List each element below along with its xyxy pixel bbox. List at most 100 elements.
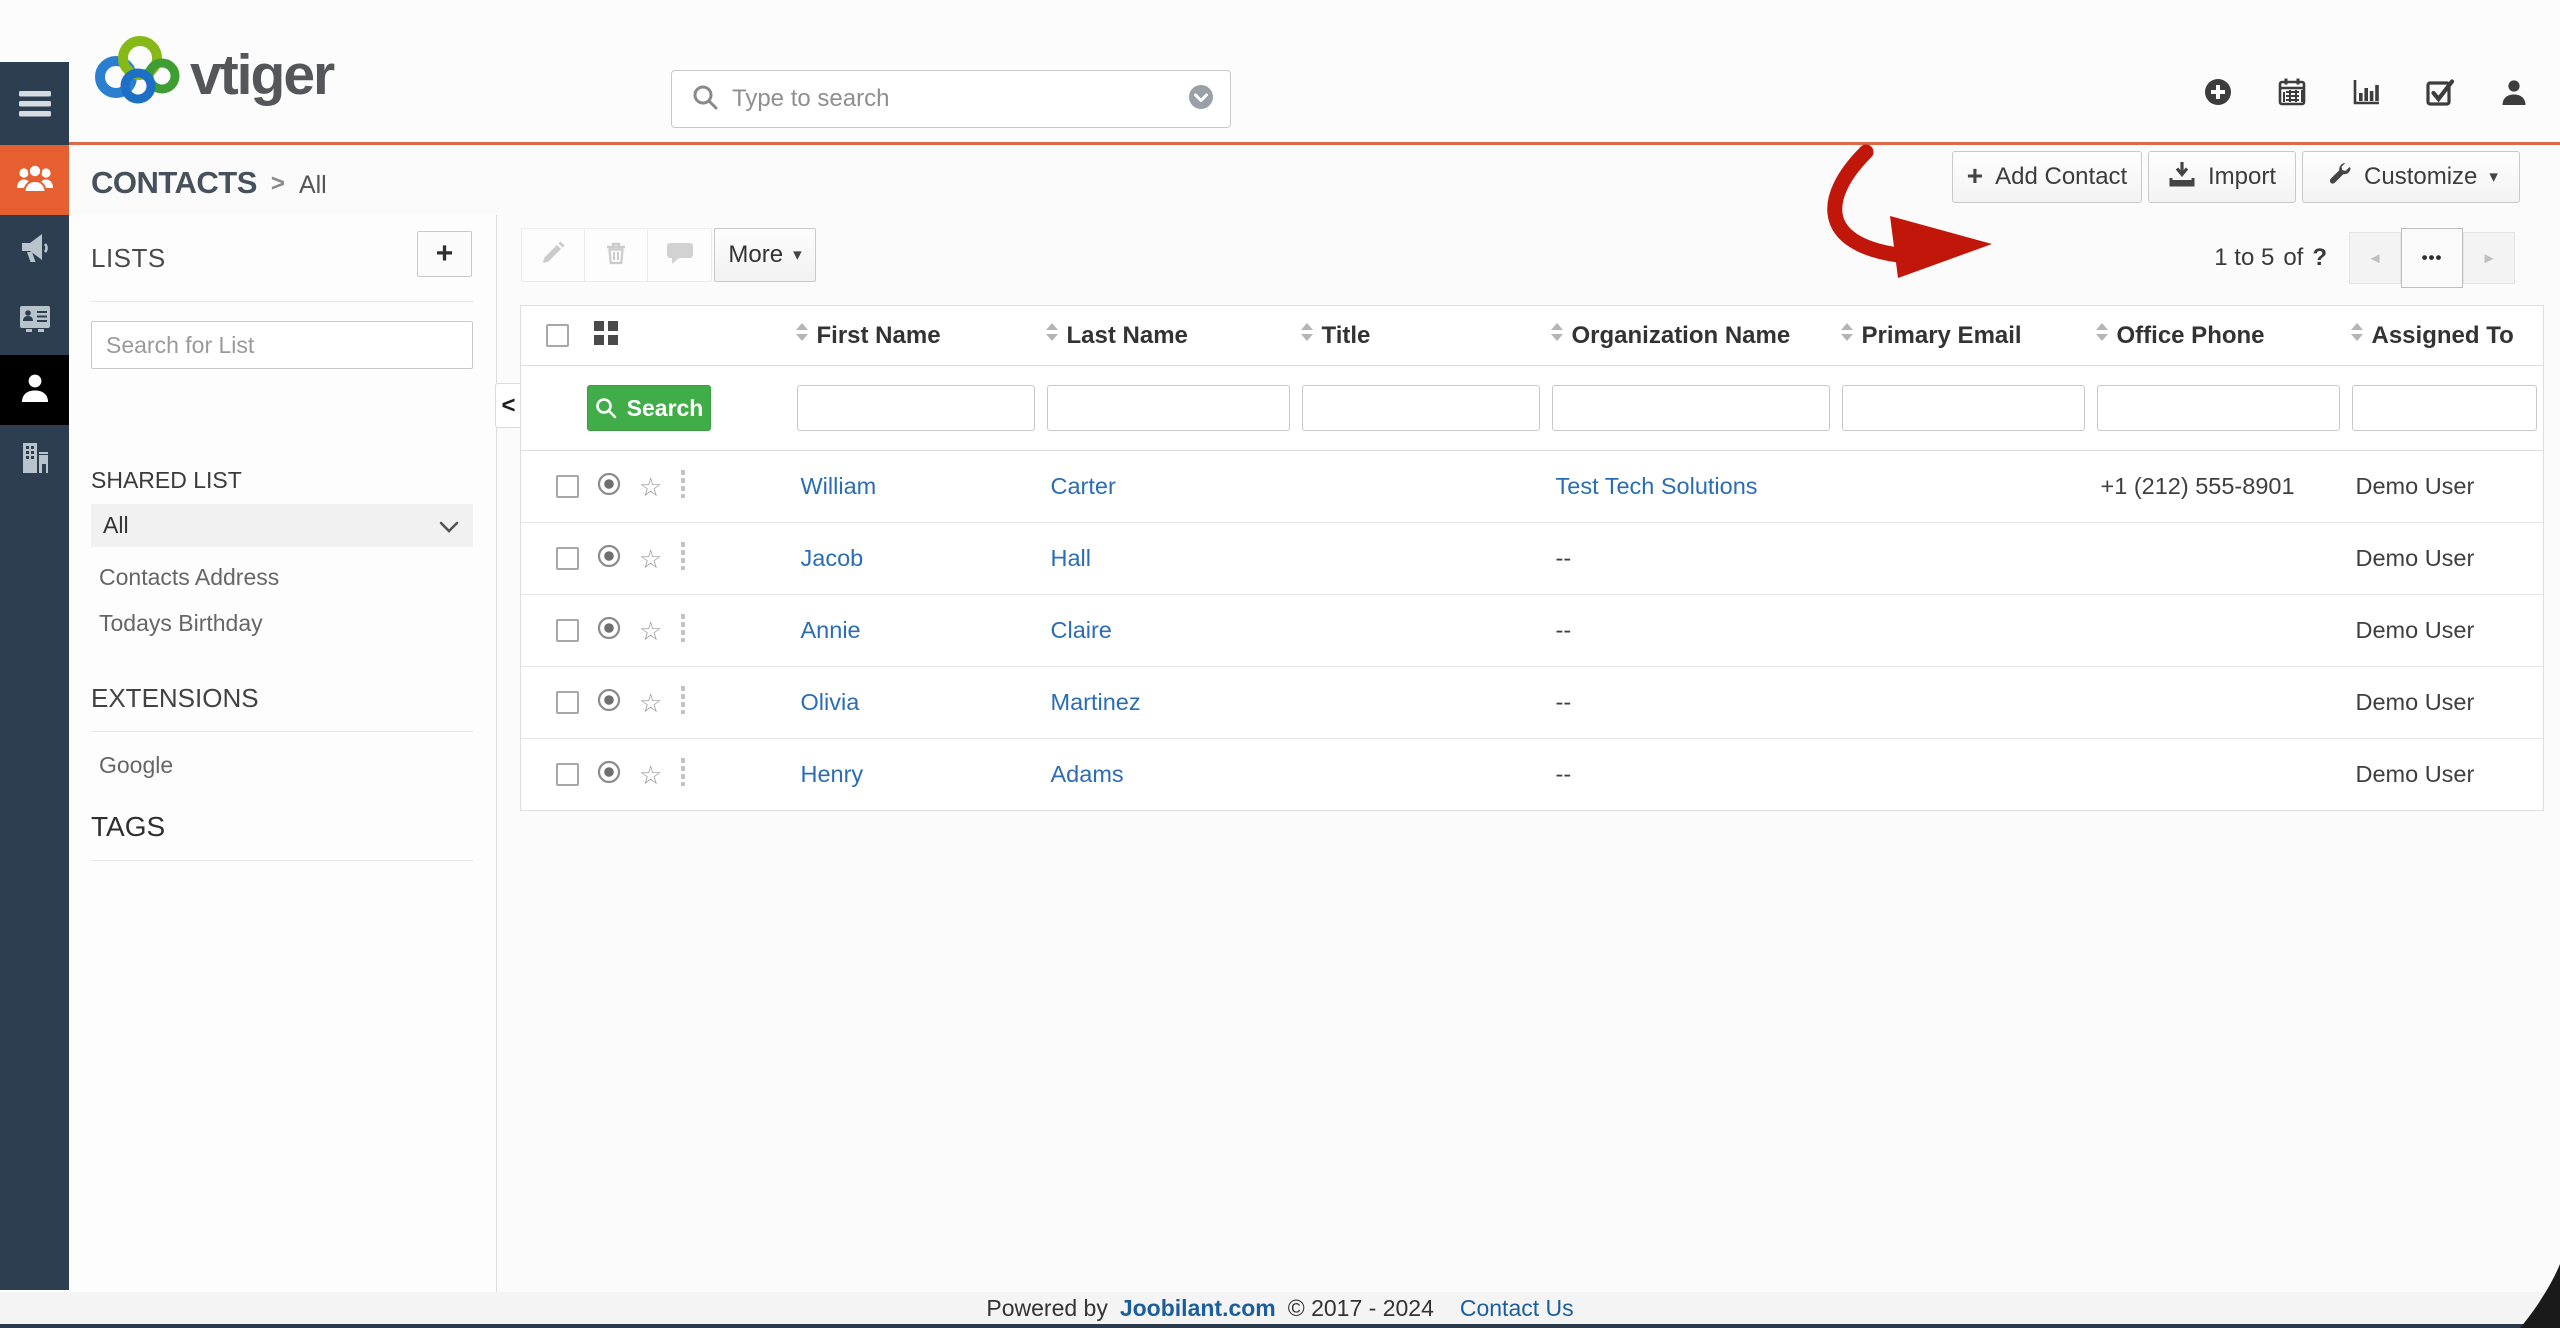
extension-item-google[interactable]: Google	[69, 743, 497, 787]
global-search-input[interactable]	[732, 85, 1174, 113]
sidebar-item-contacts-group[interactable]	[0, 145, 69, 215]
content-region: CONTACTS > All + Add Contact Import	[69, 145, 2560, 1292]
row-menu-kebab-icon[interactable]	[679, 541, 687, 577]
tasks-check-icon[interactable]	[2424, 76, 2456, 108]
customize-button[interactable]: Customize ▾	[2302, 151, 2520, 203]
shared-list-filter-all[interactable]: All	[91, 504, 473, 547]
filter-first-name[interactable]	[797, 385, 1035, 431]
row-checkbox[interactable]	[556, 619, 579, 642]
first-name-link[interactable]: Jacob	[801, 545, 864, 571]
add-list-button[interactable]: +	[417, 231, 472, 277]
quick-view-eye-icon[interactable]	[596, 687, 622, 719]
chevron-down-icon: ▾	[2489, 167, 2498, 187]
edit-button[interactable]	[522, 229, 585, 281]
favorite-star-icon[interactable]: ☆	[639, 762, 662, 788]
filter-assigned-to[interactable]	[2352, 385, 2538, 431]
sidebar-item-campaigns[interactable]	[0, 215, 69, 285]
first-name-link[interactable]: Olivia	[801, 689, 860, 715]
search-icon	[692, 84, 718, 115]
collapse-panel-button[interactable]: <	[495, 383, 522, 428]
row-checkbox[interactable]	[556, 475, 579, 498]
contact-us-link[interactable]: Contact Us	[1460, 1295, 1574, 1322]
reports-chart-icon[interactable]	[2350, 76, 2382, 108]
page-count-button[interactable]: •••	[2401, 228, 2463, 288]
user-profile-icon[interactable]	[2498, 76, 2530, 108]
filter-title[interactable]	[1302, 385, 1540, 431]
last-name-link[interactable]: Martinez	[1051, 689, 1141, 715]
column-header-first-name[interactable]: First Name	[791, 306, 1041, 366]
table-header-row: First Name Last Name	[521, 306, 2544, 366]
breadcrumb-view[interactable]: All	[299, 171, 327, 200]
filter-row: Search	[521, 366, 2544, 451]
last-name-link[interactable]: Adams	[1051, 761, 1124, 787]
row-checkbox[interactable]	[556, 763, 579, 786]
sidebar-item-organizations[interactable]	[0, 425, 69, 495]
column-header-office-phone[interactable]: Office Phone	[2091, 306, 2346, 366]
shared-list-item-contacts-address[interactable]: Contacts Address	[69, 555, 497, 599]
filter-organization[interactable]	[1552, 385, 1830, 431]
row-menu-kebab-icon[interactable]	[679, 685, 687, 721]
title-cell	[1296, 595, 1546, 667]
add-contact-label: Add Contact	[1995, 163, 2127, 191]
comment-bubble-icon	[666, 240, 694, 271]
row-checkbox[interactable]	[556, 547, 579, 570]
table-search-button[interactable]: Search	[587, 385, 711, 431]
hamburger-menu-icon[interactable]	[0, 62, 69, 145]
row-menu-kebab-icon[interactable]	[679, 757, 687, 793]
first-name-link[interactable]: Henry	[801, 761, 864, 787]
title-cell	[1296, 739, 1546, 811]
assigned-to-cell: Demo User	[2346, 451, 2544, 523]
assigned-to-cell: Demo User	[2346, 523, 2544, 595]
quick-view-eye-icon[interactable]	[596, 759, 622, 791]
column-header-primary-email[interactable]: Primary Email	[1836, 306, 2091, 366]
import-button[interactable]: Import	[2148, 151, 2296, 203]
extensions-heading: EXTENSIONS	[91, 683, 259, 714]
select-all-checkbox[interactable]	[546, 324, 569, 347]
last-name-link[interactable]: Carter	[1051, 473, 1116, 499]
import-icon	[2168, 160, 2196, 195]
row-checkbox[interactable]	[556, 691, 579, 714]
quick-view-eye-icon[interactable]	[596, 471, 622, 503]
first-name-link[interactable]: William	[801, 473, 877, 499]
filter-primary-email[interactable]	[1842, 385, 2085, 431]
grid-view-icon[interactable]	[593, 320, 619, 351]
delete-button[interactable]	[585, 229, 648, 281]
search-scope-dropdown-icon[interactable]	[1188, 84, 1214, 115]
filter-office-phone[interactable]	[2097, 385, 2340, 431]
more-button[interactable]: More ▾	[714, 228, 816, 282]
sidebar-item-contact-cards[interactable]	[0, 285, 69, 355]
column-header-last-name[interactable]: Last Name	[1041, 306, 1296, 366]
shared-list-item-todays-birthday[interactable]: Todays Birthday	[69, 601, 497, 645]
quick-create-icon[interactable]	[2202, 76, 2234, 108]
column-header-organization[interactable]: Organization Name	[1546, 306, 1836, 366]
next-page-button[interactable]: ►	[2463, 232, 2515, 284]
add-contact-button[interactable]: + Add Contact	[1952, 151, 2142, 203]
sidebar-item-contacts-selected[interactable]	[0, 355, 69, 425]
quick-view-eye-icon[interactable]	[596, 615, 622, 647]
breadcrumb-separator: >	[271, 170, 285, 198]
person-icon	[18, 371, 52, 410]
favorite-star-icon[interactable]: ☆	[639, 474, 662, 500]
contacts-table: First Name Last Name	[520, 305, 2544, 811]
row-menu-kebab-icon[interactable]	[679, 469, 687, 505]
comment-button[interactable]	[648, 229, 711, 281]
sort-icon	[1840, 321, 1854, 350]
favorite-star-icon[interactable]: ☆	[639, 546, 662, 572]
list-search-input[interactable]	[91, 321, 473, 369]
joobilant-link[interactable]: Joobilant.com	[1120, 1295, 1276, 1322]
favorite-star-icon[interactable]: ☆	[639, 618, 662, 644]
megaphone-icon	[18, 231, 52, 270]
row-menu-kebab-icon[interactable]	[679, 613, 687, 649]
last-name-link[interactable]: Claire	[1051, 617, 1112, 643]
favorite-star-icon[interactable]: ☆	[639, 690, 662, 716]
column-header-assigned-to[interactable]: Assigned To	[2346, 306, 2544, 366]
primary-email-cell	[1836, 667, 2091, 739]
calendar-icon[interactable]	[2276, 76, 2308, 108]
filter-last-name[interactable]	[1047, 385, 1290, 431]
column-header-title[interactable]: Title	[1296, 306, 1546, 366]
prev-page-button[interactable]: ◄	[2349, 232, 2401, 284]
organization-link[interactable]: Test Tech Solutions	[1556, 473, 1758, 499]
first-name-link[interactable]: Annie	[801, 617, 861, 643]
quick-view-eye-icon[interactable]	[596, 543, 622, 575]
last-name-link[interactable]: Hall	[1051, 545, 1091, 571]
